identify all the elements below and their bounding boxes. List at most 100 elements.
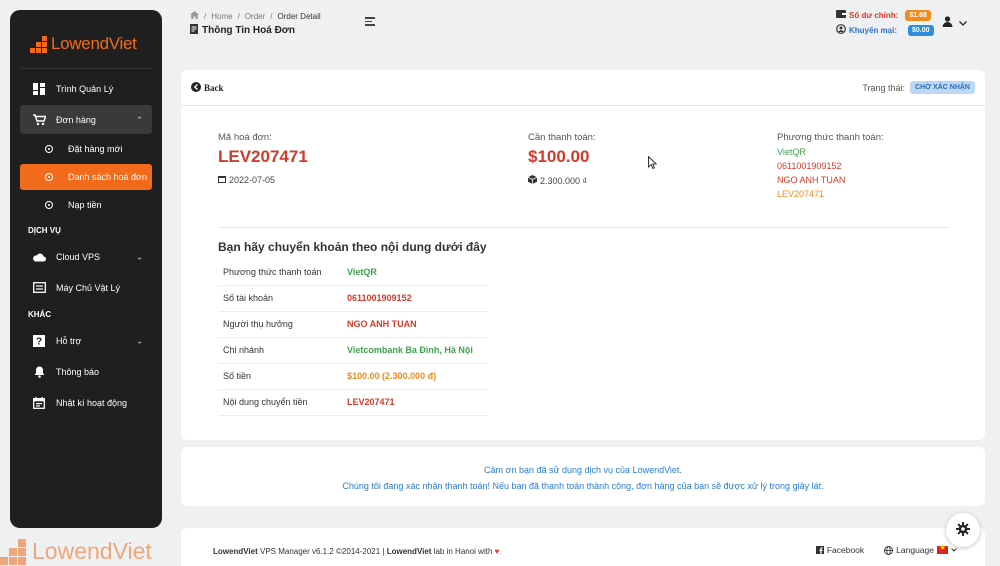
thank-you-line-1: Cảm ơn bạn đã sử dụng dịch vụ của Lowend… bbox=[484, 465, 682, 475]
language-selector[interactable]: Language bbox=[884, 543, 957, 555]
server-icon bbox=[32, 281, 46, 295]
sidebar-item-label: Danh sách hoá đơn bbox=[68, 172, 147, 182]
sidebar-nav: Trình Quản Lý Đơn hàng ⌃ Đặt hàng mới Da… bbox=[20, 68, 152, 419]
balance-panel: Số dư chính: $1.68 Khuyến mại: $0.00 bbox=[836, 9, 934, 36]
chevron-down-icon: ⌄ bbox=[136, 252, 143, 261]
invoice-summary: Mã hoá đơn: LEV207471 2022-07-05 Cần tha… bbox=[218, 132, 948, 228]
invoice-date-row: 2022-07-05 bbox=[218, 175, 308, 185]
status-badge: CHỜ XÁC NHẬN bbox=[910, 81, 975, 94]
amount-vnd-row: 2.300.000 ₫ bbox=[527, 175, 596, 186]
sidebar-item-support[interactable]: ? Hỗ trợ ⌄ bbox=[20, 326, 152, 355]
facebook-icon bbox=[815, 546, 824, 554]
payment-reference: LEV207471 bbox=[777, 189, 825, 199]
thank-you-card: Cảm ơn bạn đã sử dụng dịch vụ của Lowend… bbox=[181, 447, 985, 506]
sidebar-item-label: Đặt hàng mới bbox=[68, 144, 123, 154]
breadcrumb-order[interactable]: Order bbox=[245, 12, 265, 21]
page-footer: LowendViet VPS Manager v6.1.2 ©2014-2021… bbox=[181, 528, 985, 566]
menu-toggle-icon[interactable] bbox=[365, 17, 375, 28]
payment-beneficiary: NGO ANH TUAN bbox=[777, 175, 846, 185]
sidebar-item-label: Nhật kí hoạt động bbox=[56, 397, 128, 408]
invoice-code-label: Mã hoá đơn: bbox=[218, 132, 272, 143]
svg-text:?: ? bbox=[36, 336, 42, 347]
logo-mark-icon bbox=[0, 538, 26, 565]
vietnam-flag-icon bbox=[937, 543, 948, 554]
payment-method-name: VietQR bbox=[777, 147, 806, 157]
dashboard-icon bbox=[32, 82, 46, 96]
footer-lab: lab in Hanoi with bbox=[433, 547, 493, 556]
sidebar-item-dedicated-server[interactable]: Máy Chủ Vật Lý bbox=[20, 273, 152, 302]
table-row: Số tài khoản 0611001909152 bbox=[218, 285, 488, 312]
mouse-cursor-icon bbox=[648, 155, 658, 172]
invoice-status: Trạng thái: CHỜ XÁC NHẬN bbox=[862, 81, 975, 94]
payment-method-block: Phương thức thanh toán: VietQR 061100190… bbox=[777, 132, 884, 199]
balance-label: Số dư chính: bbox=[849, 10, 899, 20]
logo-mark-icon bbox=[30, 36, 47, 53]
row-key: Số tài khoản bbox=[218, 285, 342, 312]
footer-logo-text: LowendViet bbox=[32, 538, 152, 564]
sidebar-item-dashboard[interactable]: Trình Quản Lý bbox=[20, 74, 152, 103]
sidebar: LowendViet Trình Quản Lý Đơn hàng ⌃ Đặt … bbox=[10, 10, 162, 528]
invoice-date: 2022-07-05 bbox=[229, 175, 276, 185]
footer-links: Facebook Language bbox=[815, 543, 957, 555]
sidebar-item-cloud-vps[interactable]: Cloud VPS ⌄ bbox=[20, 242, 152, 271]
table-row: Chi nhánh Vietcombank Ba Đình, Hà Nội bbox=[218, 337, 488, 364]
sidebar-item-label: Máy Chủ Vật Lý bbox=[56, 282, 121, 293]
heart-icon: ♥. bbox=[494, 547, 502, 556]
help-icon: ? bbox=[32, 334, 46, 348]
sidebar-item-notifications[interactable]: Thông báo bbox=[20, 357, 152, 386]
back-button[interactable]: Back bbox=[191, 81, 224, 94]
invoice-amount-block: Cần thanh toán: $100.00 2.300.000 ₫ bbox=[527, 132, 596, 186]
sidebar-item-activity-log[interactable]: Nhật kí hoạt động bbox=[20, 388, 152, 417]
breadcrumb-home[interactable]: Home bbox=[211, 12, 232, 21]
home-icon[interactable] bbox=[190, 11, 199, 21]
payment-method-label: Phương thức thanh toán: bbox=[777, 132, 884, 143]
sidebar-logo[interactable]: LowendViet bbox=[30, 34, 137, 54]
user-icon bbox=[942, 16, 953, 30]
chevron-down-icon: ⌄ bbox=[136, 336, 143, 345]
box-icon bbox=[527, 175, 538, 186]
balance-badge: $1.68 bbox=[905, 9, 931, 21]
sidebar-item-label: Đơn hàng bbox=[56, 114, 96, 125]
row-key: Chi nhánh bbox=[218, 337, 342, 364]
promo-badge: $0.00 bbox=[908, 24, 934, 36]
breadcrumb: / Home / Order / Order Detail bbox=[190, 11, 321, 21]
sidebar-item-label: Nạp tiền bbox=[68, 200, 102, 210]
amount-usd: $100.00 bbox=[528, 147, 590, 166]
invoice-code: LEV207471 bbox=[218, 147, 308, 166]
table-row: Số tiền $100.00 (2.300.000 đ) bbox=[218, 363, 488, 390]
circle-dot-icon bbox=[42, 142, 56, 156]
sidebar-item-topup[interactable]: Nạp tiền bbox=[20, 192, 152, 218]
circle-dot-icon bbox=[42, 198, 56, 212]
sidebar-section-other: KHÁC bbox=[28, 310, 52, 319]
amount-vnd: 2.300.000 ₫ bbox=[540, 175, 588, 186]
arrow-left-circle-icon bbox=[191, 81, 201, 94]
user-menu[interactable] bbox=[942, 16, 967, 30]
row-value: NGO ANH TUAN bbox=[342, 311, 488, 338]
sidebar-item-new-order[interactable]: Đặt hàng mới bbox=[20, 136, 152, 162]
table-row: Nội dung chuyển tiền LEV207471 bbox=[218, 389, 488, 416]
row-value: LEV207471 bbox=[342, 389, 488, 416]
circle-dot-icon bbox=[42, 170, 56, 184]
promo-label: Khuyến mại: bbox=[849, 25, 898, 35]
row-key: Nội dung chuyển tiền bbox=[218, 389, 342, 416]
row-value: 0611001909152 bbox=[342, 285, 488, 312]
row-key: Số tiền bbox=[218, 363, 342, 390]
table-row: Phương thức thanh toán VietQR bbox=[218, 259, 488, 286]
invoice-card: Back Trạng thái: CHỜ XÁC NHẬN Mã hoá đơn… bbox=[181, 70, 985, 440]
sidebar-item-invoice-list[interactable]: Danh sách hoá đơn bbox=[20, 164, 152, 190]
payment-account-number: 0611001909152 bbox=[777, 161, 842, 171]
sidebar-item-orders[interactable]: Đơn hàng ⌃ bbox=[20, 105, 152, 134]
row-key: Phương thức thanh toán bbox=[218, 259, 342, 286]
bell-icon bbox=[32, 365, 46, 379]
back-label: Back bbox=[204, 82, 224, 93]
logo-text: LowendViet bbox=[51, 34, 137, 53]
status-label: Trạng thái: bbox=[862, 82, 906, 93]
sidebar-item-label: Cloud VPS bbox=[56, 251, 101, 262]
settings-button[interactable] bbox=[946, 513, 980, 547]
chevron-up-icon: ⌃ bbox=[136, 115, 143, 124]
facebook-link[interactable]: Facebook bbox=[815, 545, 865, 555]
chevron-down-icon bbox=[951, 548, 957, 552]
language-label: Language bbox=[896, 545, 934, 555]
facebook-label: Facebook bbox=[826, 545, 865, 555]
document-icon bbox=[190, 24, 198, 37]
